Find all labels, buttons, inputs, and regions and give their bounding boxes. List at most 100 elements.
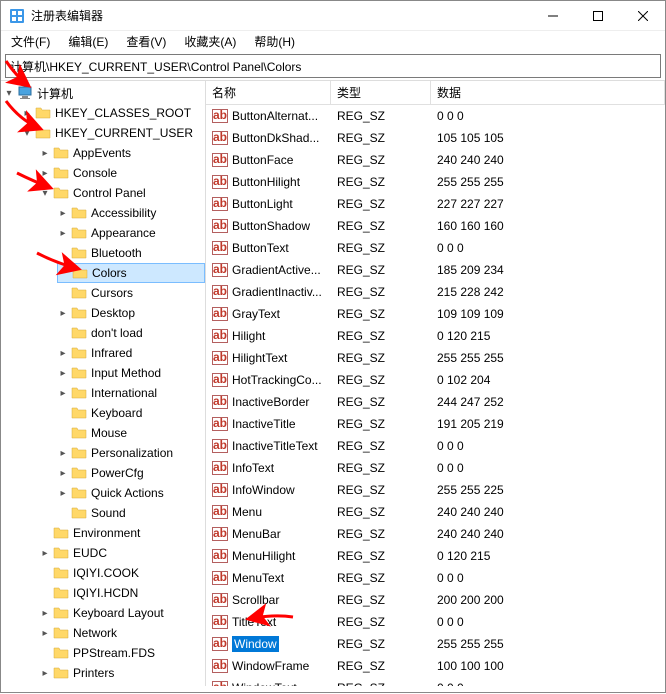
chevron-right-icon[interactable]: ▸ (39, 607, 51, 619)
value-row[interactable]: abButtonFaceREG_SZ240 240 240 (206, 149, 665, 171)
chevron-right-icon[interactable]: ▸ (57, 207, 69, 219)
chevron-right-icon[interactable]: ▸ (57, 447, 69, 459)
tree-item[interactable]: ▸Appearance (57, 223, 205, 243)
value-row[interactable]: abGradientInactiv...REG_SZ215 228 242 (206, 281, 665, 303)
tree-item[interactable]: don't load (57, 323, 205, 343)
tree-item[interactable]: ▾Control Panel (39, 183, 205, 203)
chevron-down-icon[interactable]: ▾ (21, 127, 33, 139)
tree-item[interactable]: Bluetooth (57, 243, 205, 263)
chevron-right-icon[interactable]: ▸ (57, 307, 69, 319)
value-row[interactable]: abMenuREG_SZ240 240 240 (206, 501, 665, 523)
value-list-pane[interactable]: 名称 类型 数据 abButtonAlternat...REG_SZ0 0 0a… (206, 81, 665, 686)
tree-item[interactable]: ▸HKEY_CLASSES_ROOT (21, 103, 205, 123)
maximize-button[interactable] (575, 1, 620, 31)
menu-favorites[interactable]: 收藏夹(A) (180, 31, 240, 52)
svg-text:ab: ab (213, 659, 227, 672)
svg-text:ab: ab (213, 593, 227, 606)
value-row[interactable]: abWindowTextREG_SZ0 0 0 (206, 677, 665, 686)
col-data[interactable]: 数据 (431, 81, 665, 104)
tree-item[interactable]: ▸International (57, 383, 205, 403)
tree-item[interactable]: ▸Keyboard Layout (39, 603, 205, 623)
value-row[interactable]: abButtonShadowREG_SZ160 160 160 (206, 215, 665, 237)
value-row[interactable]: abGradientActive...REG_SZ185 209 234 (206, 259, 665, 281)
value-row[interactable]: abTitleTextREG_SZ0 0 0 (206, 611, 665, 633)
tree-item[interactable]: Colors (57, 263, 205, 283)
value-row[interactable]: abButtonDkShad...REG_SZ105 105 105 (206, 127, 665, 149)
value-data: 200 200 200 (431, 593, 665, 607)
value-row[interactable]: abInfoWindowREG_SZ255 255 225 (206, 479, 665, 501)
chevron-right-icon[interactable]: ▸ (39, 627, 51, 639)
chevron-down-icon[interactable]: ▾ (39, 187, 51, 199)
value-row[interactable]: abInactiveTitleREG_SZ191 205 219 (206, 413, 665, 435)
value-row[interactable]: abHilightTextREG_SZ255 255 255 (206, 347, 665, 369)
tree-item-label: don't load (91, 326, 143, 340)
chevron-right-icon[interactable]: ▸ (57, 347, 69, 359)
tree-item[interactable]: ▸Personalization (57, 443, 205, 463)
chevron-right-icon[interactable]: ▸ (57, 467, 69, 479)
tree-item[interactable]: ▸Input Method (57, 363, 205, 383)
tree-item[interactable]: Cursors (57, 283, 205, 303)
value-row[interactable]: abMenuTextREG_SZ0 0 0 (206, 567, 665, 589)
tree-item[interactable]: Environment (39, 523, 205, 543)
chevron-right-icon[interactable]: ▸ (39, 667, 51, 679)
menu-edit[interactable]: 编辑(E) (64, 31, 112, 52)
chevron-down-icon[interactable]: ▾ (3, 87, 15, 99)
value-row[interactable]: abButtonAlternat...REG_SZ0 0 0 (206, 105, 665, 127)
tree-item[interactable]: IQIYI.HCDN (39, 583, 205, 603)
tree-item[interactable]: Keyboard (57, 403, 205, 423)
tree-item[interactable]: ▸Desktop (57, 303, 205, 323)
tree-pane[interactable]: ▾计算机▸HKEY_CLASSES_ROOT▾HKEY_CURRENT_USER… (1, 81, 206, 686)
value-data: 0 0 0 (431, 241, 665, 255)
chevron-right-icon[interactable]: ▸ (39, 147, 51, 159)
menu-help[interactable]: 帮助(H) (250, 31, 299, 52)
tree-item[interactable]: Sound (57, 503, 205, 523)
value-row[interactable]: abInfoTextREG_SZ0 0 0 (206, 457, 665, 479)
value-row[interactable]: abWindowREG_SZ255 255 255 (206, 633, 665, 655)
tree-item[interactable]: ▸Accessibility (57, 203, 205, 223)
value-type: REG_SZ (331, 351, 431, 365)
value-row[interactable]: abMenuHilightREG_SZ0 120 215 (206, 545, 665, 567)
tree-item[interactable]: ▸Infrared (57, 343, 205, 363)
chevron-right-icon[interactable]: ▸ (57, 227, 69, 239)
value-row[interactable]: abMenuBarREG_SZ240 240 240 (206, 523, 665, 545)
col-name[interactable]: 名称 (206, 81, 331, 104)
chevron-right-icon[interactable]: ▸ (57, 367, 69, 379)
list-header: 名称 类型 数据 (206, 81, 665, 105)
value-row[interactable]: abGrayTextREG_SZ109 109 109 (206, 303, 665, 325)
value-row[interactable]: abWindowFrameREG_SZ100 100 100 (206, 655, 665, 677)
tree-item[interactable]: ▸Network (39, 623, 205, 643)
tree-item[interactable]: ▸Printers (39, 663, 205, 683)
value-row[interactable]: abScrollbarREG_SZ200 200 200 (206, 589, 665, 611)
chevron-right-icon[interactable]: ▸ (39, 167, 51, 179)
value-row[interactable]: abButtonHilightREG_SZ255 255 255 (206, 171, 665, 193)
chevron-right-icon[interactable]: ▸ (39, 547, 51, 559)
minimize-button[interactable] (530, 1, 575, 31)
chevron-right-icon[interactable]: ▸ (21, 107, 33, 119)
tree-root[interactable]: ▾计算机 (3, 83, 205, 103)
col-type[interactable]: 类型 (331, 81, 431, 104)
tree-item[interactable]: ▸Quick Actions (57, 483, 205, 503)
menu-view[interactable]: 查看(V) (122, 31, 170, 52)
value-row[interactable]: abInactiveTitleTextREG_SZ0 0 0 (206, 435, 665, 457)
tree-item[interactable]: ▸AppEvents (39, 143, 205, 163)
tree-item[interactable]: Mouse (57, 423, 205, 443)
tree-item[interactable]: ▸PowerCfg (57, 463, 205, 483)
svg-text:ab: ab (213, 153, 227, 166)
tree-item[interactable]: ▸EUDC (39, 543, 205, 563)
value-name: MenuBar (232, 527, 281, 541)
chevron-right-icon[interactable]: ▸ (57, 487, 69, 499)
value-row[interactable]: abButtonLightREG_SZ227 227 227 (206, 193, 665, 215)
tree-item[interactable]: ▸Console (39, 163, 205, 183)
tree-item[interactable]: IQIYI.COOK (39, 563, 205, 583)
chevron-right-icon[interactable]: ▸ (57, 387, 69, 399)
value-row[interactable]: abButtonTextREG_SZ0 0 0 (206, 237, 665, 259)
tree-item[interactable]: ▾HKEY_CURRENT_USER (21, 123, 205, 143)
value-row[interactable]: abHotTrackingCo...REG_SZ0 102 204 (206, 369, 665, 391)
value-row[interactable]: abInactiveBorderREG_SZ244 247 252 (206, 391, 665, 413)
folder-icon (71, 225, 87, 241)
value-row[interactable]: abHilightREG_SZ0 120 215 (206, 325, 665, 347)
address-bar[interactable]: 计算机\HKEY_CURRENT_USER\Control Panel\Colo… (5, 54, 661, 78)
tree-item[interactable]: PPStream.FDS (39, 643, 205, 663)
close-button[interactable] (620, 1, 665, 31)
menu-file[interactable]: 文件(F) (7, 31, 54, 52)
